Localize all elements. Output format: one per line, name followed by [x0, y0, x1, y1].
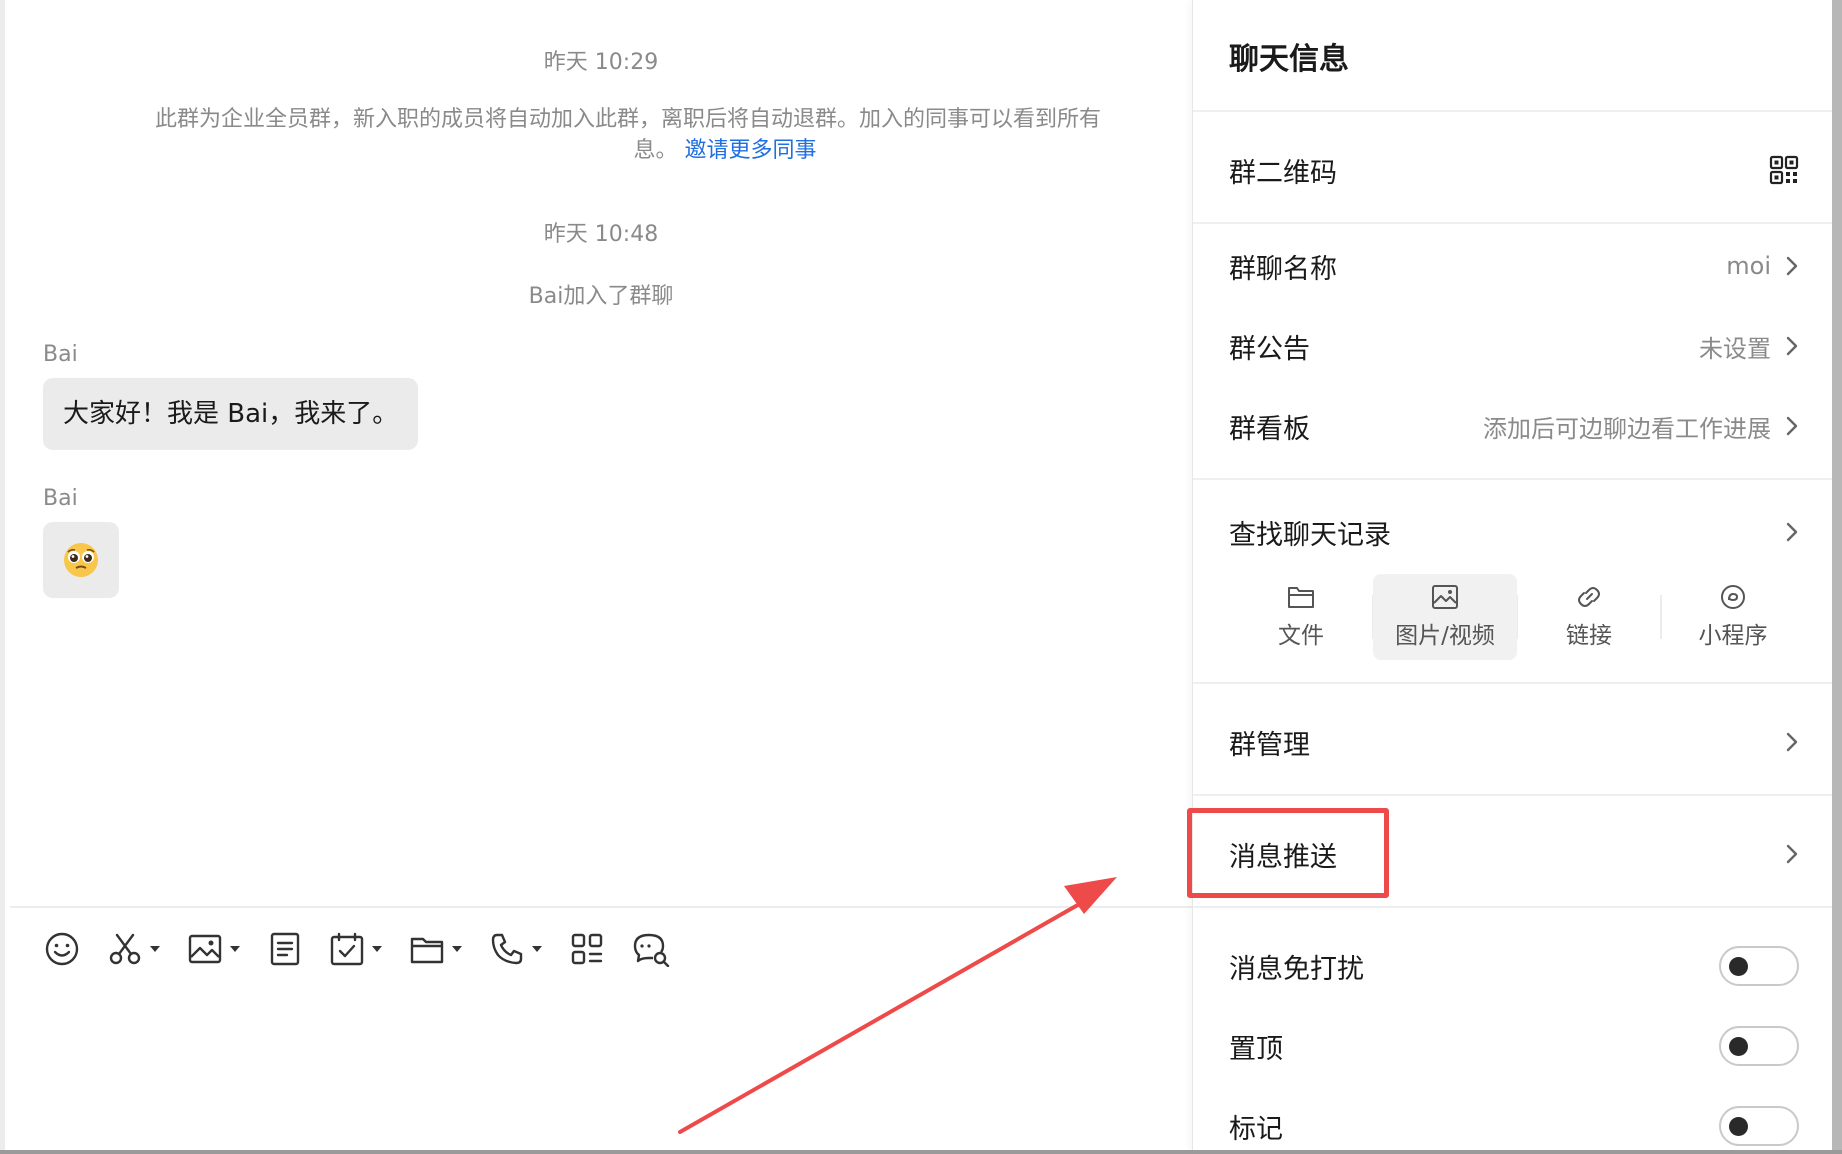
chevron-right-icon	[1786, 336, 1798, 356]
category-label: 小程序	[1698, 623, 1768, 649]
message-bubble[interactable]: 大家好！我是 Bai，我来了。	[43, 378, 419, 450]
chevron-right-icon	[1786, 256, 1798, 276]
caret-down-icon	[532, 946, 542, 952]
emoji-icon	[45, 932, 79, 966]
chat-info-panel: 聊天信息 群二维码 群聊名称 moi 群公告 未设置 群看板 添加后可边聊边看工…	[1192, 0, 1833, 1154]
composer-toolbar	[43, 924, 697, 974]
chat-search-icon	[633, 933, 670, 967]
apps-grid-icon	[571, 933, 603, 965]
link-icon	[1578, 587, 1600, 607]
toggle-knob	[1729, 957, 1748, 976]
divider	[1193, 110, 1833, 112]
message-sender: Bai	[43, 486, 78, 511]
group-announcement-label: 群公告	[1229, 333, 1310, 365]
pin-toggle[interactable]	[1719, 1026, 1799, 1066]
folder-button[interactable]	[409, 931, 463, 967]
do-not-disturb-row: 消息免打扰	[1229, 936, 1799, 996]
mark-toggle[interactable]	[1719, 1106, 1799, 1146]
group-qr-code-label: 群二维码	[1229, 157, 1337, 189]
caret-down-icon	[372, 946, 382, 952]
do-not-disturb-toggle[interactable]	[1719, 946, 1799, 986]
panel-title: 聊天信息	[1229, 42, 1349, 77]
image-button[interactable]	[187, 931, 241, 967]
divider	[1193, 222, 1833, 224]
call-button[interactable]	[489, 931, 543, 967]
timestamp: 昨天 10:29	[543, 50, 659, 75]
pin-row: 置顶	[1229, 1016, 1799, 1076]
caret-down-icon	[150, 946, 160, 952]
document-button[interactable]	[267, 931, 303, 967]
window-edge	[1832, 0, 1842, 1154]
group-name-row[interactable]: 群聊名称 moi	[1229, 236, 1799, 296]
chevron-right-icon	[1786, 844, 1798, 864]
window-bottom-edge	[0, 1150, 1842, 1154]
divider	[1193, 682, 1833, 684]
search-history-label: 查找聊天记录	[1229, 519, 1391, 551]
category-images-videos[interactable]: 图片/视频	[1373, 574, 1517, 660]
group-name-value: moi	[1726, 252, 1771, 280]
emoji-button[interactable]	[43, 930, 81, 968]
pleading-face-sticker-icon	[64, 543, 98, 577]
folder-icon	[1288, 587, 1314, 608]
group-kanban-row[interactable]: 群看板 添加后可边聊边看工作进展	[1229, 396, 1799, 456]
toggle-knob	[1729, 1037, 1748, 1056]
group-management-row[interactable]: 群管理	[1229, 712, 1799, 772]
group-qr-code-row[interactable]: 群二维码	[1229, 140, 1799, 200]
scissors-icon	[109, 933, 141, 965]
document-icon	[270, 932, 300, 966]
category-label: 图片/视频	[1395, 623, 1495, 649]
screenshot-button[interactable]	[107, 931, 161, 967]
do-not-disturb-label: 消息免打扰	[1229, 953, 1364, 985]
pin-label: 置顶	[1229, 1033, 1283, 1065]
group-management-label: 群管理	[1229, 729, 1310, 761]
system-notice-tail: 息。	[633, 138, 678, 163]
annotation-highlight-box	[1187, 808, 1389, 898]
group-kanban-label: 群看板	[1229, 413, 1310, 445]
divider	[1193, 478, 1833, 480]
group-kanban-value: 添加后可边聊边看工作进展	[1483, 414, 1771, 443]
chevron-right-icon	[1786, 522, 1798, 542]
caret-down-icon	[452, 946, 462, 952]
divider	[1193, 906, 1833, 908]
folder-icon	[410, 937, 444, 964]
system-notice: 此群为企业全员群，新入职的成员将自动加入此群，离职后将自动退群。加入的同事可以看…	[155, 107, 1102, 132]
qr-code-icon	[1769, 155, 1799, 185]
group-name-label: 群聊名称	[1229, 253, 1337, 285]
timestamp: 昨天 10:48	[543, 222, 659, 247]
mark-label: 标记	[1229, 1113, 1283, 1145]
image-icon	[188, 934, 222, 964]
chevron-right-icon	[1786, 732, 1798, 752]
mark-row: 标记	[1229, 1096, 1799, 1154]
group-announcement-value: 未设置	[1699, 334, 1771, 363]
category-label: 文件	[1278, 623, 1324, 649]
toggle-knob	[1729, 1117, 1748, 1136]
calendar-check-icon	[330, 932, 364, 966]
category-files[interactable]: 文件	[1229, 574, 1373, 660]
chat-area: 昨天 10:29 此群为企业全员群，新入职的成员将自动加入此群，离职后将自动退群…	[0, 0, 1197, 1154]
search-history-categories: 文件 图片/视频 链接 小程序	[1229, 574, 1805, 660]
sticker-message[interactable]	[43, 522, 119, 598]
category-links[interactable]: 链接	[1517, 574, 1661, 660]
chevron-right-icon	[1786, 416, 1798, 436]
chat-search-button[interactable]	[631, 931, 671, 967]
image-icon	[1432, 585, 1458, 609]
group-announcement-row[interactable]: 群公告 未设置	[1229, 316, 1799, 376]
category-label: 链接	[1566, 623, 1612, 649]
category-mini-programs[interactable]: 小程序	[1661, 574, 1805, 660]
app-window: 昨天 10:29 此群为企业全员群，新入职的成员将自动加入此群，离职后将自动退群…	[0, 0, 1842, 1154]
phone-icon	[491, 933, 523, 965]
message-sender: Bai	[43, 342, 78, 367]
join-notice: Bai加入了群聊	[528, 284, 674, 309]
invite-more-link[interactable]: 邀请更多同事	[685, 138, 817, 163]
divider	[1193, 794, 1833, 796]
search-history-row[interactable]: 查找聊天记录	[1229, 502, 1799, 562]
schedule-button[interactable]	[329, 931, 383, 967]
caret-down-icon	[230, 946, 240, 952]
composer-divider	[10, 906, 1197, 908]
mini-program-icon	[1721, 585, 1745, 609]
apps-button[interactable]	[569, 931, 605, 967]
